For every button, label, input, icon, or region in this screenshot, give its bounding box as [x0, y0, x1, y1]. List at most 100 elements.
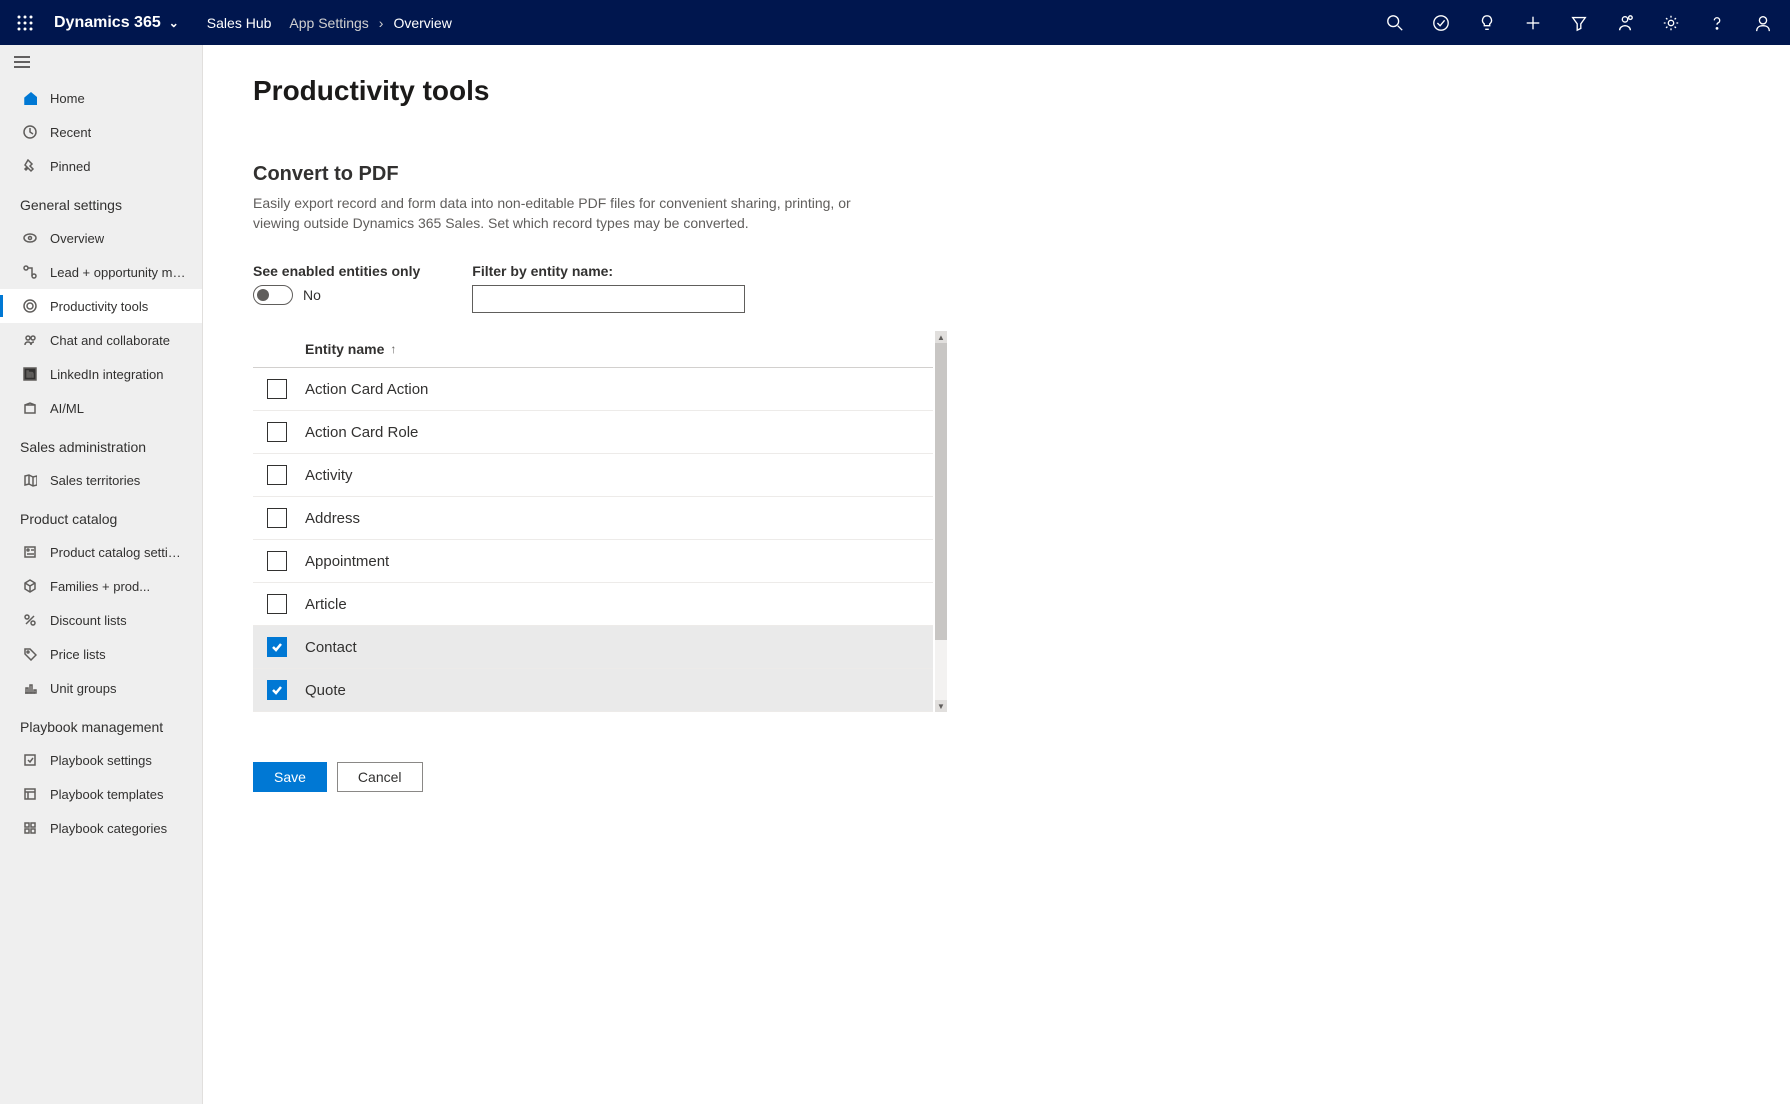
sidebar-item[interactable]: Unit groups — [0, 671, 202, 705]
sidebar-item-label: LinkedIn integration — [50, 367, 163, 382]
map-icon — [22, 472, 38, 488]
entity-checkbox[interactable] — [267, 637, 287, 657]
search-icon[interactable] — [1386, 14, 1404, 32]
sidebar-section-title: Product catalog — [0, 497, 202, 535]
sidebar-item[interactable]: Sales territories — [0, 463, 202, 497]
entity-name: Appointment — [305, 553, 919, 570]
sidebar-item-label: Overview — [50, 231, 104, 246]
breadcrumb-item[interactable]: Overview — [393, 15, 451, 31]
cube-icon — [22, 578, 38, 594]
breadcrumb-item[interactable]: App Settings — [289, 15, 368, 31]
sidebar-item[interactable]: Families + prod... — [0, 569, 202, 603]
save-button[interactable]: Save — [253, 762, 327, 792]
section-description: Easily export record and form data into … — [253, 194, 853, 233]
enabled-entities-toggle[interactable] — [253, 285, 293, 305]
people-icon — [22, 332, 38, 348]
sidebar-item-recent[interactable]: Recent — [0, 115, 202, 149]
scroll-up-icon[interactable]: ▲ — [935, 331, 947, 343]
add-icon[interactable] — [1524, 14, 1542, 32]
sidebar-item-label: Sales territories — [50, 473, 140, 488]
scroll-down-icon[interactable]: ▼ — [935, 700, 947, 712]
section-title: Convert to PDF — [253, 163, 1750, 186]
sidebar-item[interactable]: Playbook templates — [0, 777, 202, 811]
main-content: Productivity tools Convert to PDF Easily… — [203, 45, 1790, 1104]
filter-icon[interactable] — [1570, 14, 1588, 32]
sidebar-item[interactable]: AI/ML — [0, 391, 202, 425]
sidebar-item-label: Price lists — [50, 647, 106, 662]
sidebar-section-title: General settings — [0, 183, 202, 221]
page-title: Productivity tools — [253, 75, 1750, 107]
task-icon[interactable] — [1432, 14, 1450, 32]
flow-icon — [22, 264, 38, 280]
sidebar-item[interactable]: Productivity tools — [0, 289, 202, 323]
app-name[interactable]: Sales Hub — [207, 15, 272, 31]
sidebar-item[interactable]: Overview — [0, 221, 202, 255]
home-icon — [22, 90, 38, 106]
entity-name: Activity — [305, 467, 919, 484]
entity-name: Contact — [305, 639, 919, 656]
check-square-icon — [22, 752, 38, 768]
entity-checkbox[interactable] — [267, 551, 287, 571]
entity-checkbox[interactable] — [267, 465, 287, 485]
app-launcher-icon[interactable] — [10, 15, 40, 31]
sidebar-item[interactable]: Price lists — [0, 637, 202, 671]
scrollbar[interactable]: ▲ ▼ — [935, 331, 947, 712]
toggle-label: See enabled entities only — [253, 263, 420, 279]
table-row: Quote — [253, 669, 933, 712]
sidebar-section-title: Playbook management — [0, 705, 202, 743]
percent-icon — [22, 612, 38, 628]
linkedin-icon: in — [22, 366, 38, 382]
entity-checkbox[interactable] — [267, 379, 287, 399]
sidebar-section-title: Sales administration — [0, 425, 202, 463]
entity-checkbox[interactable] — [267, 422, 287, 442]
sidebar-item-label: Pinned — [50, 159, 90, 174]
column-header-name[interactable]: Entity name ↑ — [305, 341, 919, 357]
sidebar-item[interactable]: Lead + opportunity ma... — [0, 255, 202, 289]
brand-name[interactable]: Dynamics 365 ⌄ — [54, 14, 179, 32]
sidebar-item[interactable]: Playbook categories — [0, 811, 202, 845]
help-icon[interactable] — [1708, 14, 1726, 32]
top-navbar: Dynamics 365 ⌄ Sales Hub App Settings › … — [0, 0, 1790, 45]
sidebar-item-label: Unit groups — [50, 681, 116, 696]
sidebar-item-label: Lead + opportunity ma... — [50, 265, 188, 280]
template-icon — [22, 786, 38, 802]
entity-table: Entity name ↑ Action Card Action Action C… — [253, 331, 933, 712]
sidebar-item[interactable]: Playbook settings — [0, 743, 202, 777]
category-icon — [22, 820, 38, 836]
sidebar-item-label: Product catalog settings — [50, 545, 188, 560]
filter-input[interactable] — [472, 285, 745, 313]
chart-icon — [22, 680, 38, 696]
entity-checkbox[interactable] — [267, 680, 287, 700]
table-row: Action Card Action — [253, 368, 933, 411]
entity-checkbox[interactable] — [267, 508, 287, 528]
cancel-button[interactable]: Cancel — [337, 762, 423, 792]
table-row: Address — [253, 497, 933, 540]
sidebar-item-label: Home — [50, 91, 85, 106]
sidebar-item-label: Playbook templates — [50, 787, 163, 802]
hamburger-icon[interactable] — [0, 45, 202, 81]
lightbulb-icon[interactable] — [1478, 14, 1496, 32]
sidebar-item[interactable]: Discount lists — [0, 603, 202, 637]
sidebar-item-label: Discount lists — [50, 613, 127, 628]
pin-icon — [22, 158, 38, 174]
sidebar-item-pinned[interactable]: Pinned — [0, 149, 202, 183]
toggle-value: No — [303, 287, 321, 303]
entity-name: Action Card Role — [305, 424, 919, 441]
sidebar-item[interactable]: in LinkedIn integration — [0, 357, 202, 391]
sidebar-item-home[interactable]: Home — [0, 81, 202, 115]
svg-text:in: in — [26, 370, 33, 379]
entity-name: Address — [305, 510, 919, 527]
account-icon[interactable] — [1754, 14, 1772, 32]
sidebar-item-label: AI/ML — [50, 401, 84, 416]
scroll-thumb[interactable] — [935, 343, 947, 640]
catalog-icon — [22, 544, 38, 560]
assistant-icon[interactable] — [1616, 14, 1634, 32]
eye-icon — [22, 230, 38, 246]
table-row: Appointment — [253, 540, 933, 583]
topbar-actions — [1386, 14, 1772, 32]
entity-name: Action Card Action — [305, 381, 919, 398]
sidebar-item[interactable]: Chat and collaborate — [0, 323, 202, 357]
settings-icon[interactable] — [1662, 14, 1680, 32]
sidebar-item[interactable]: Product catalog settings — [0, 535, 202, 569]
entity-checkbox[interactable] — [267, 594, 287, 614]
